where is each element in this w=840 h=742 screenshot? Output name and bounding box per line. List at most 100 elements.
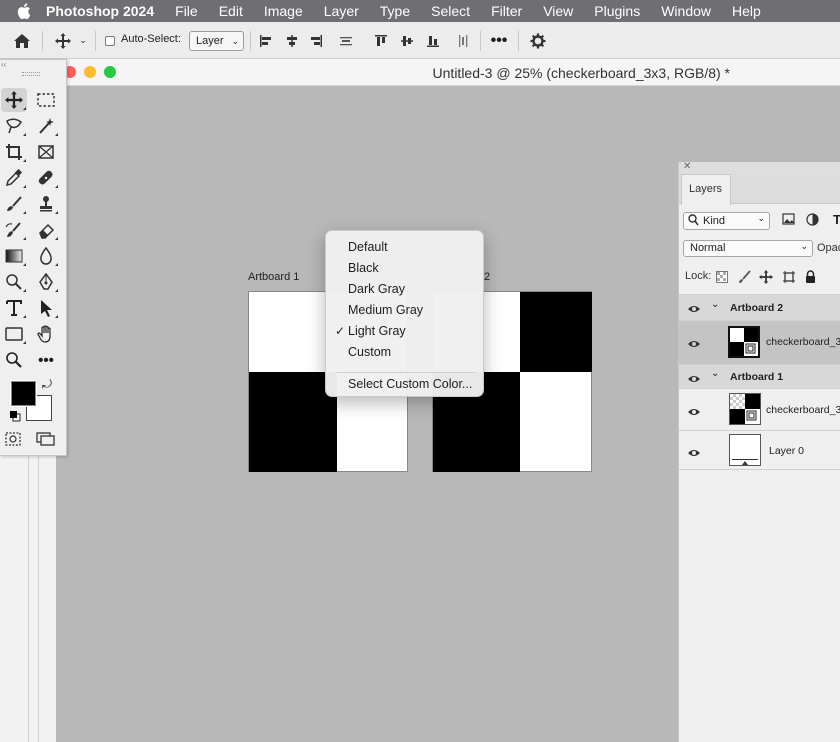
layer-thumbnail xyxy=(729,393,761,425)
minimize-window-button[interactable] xyxy=(84,66,96,78)
eye-icon[interactable] xyxy=(687,372,703,384)
menu-edit[interactable]: Edit xyxy=(219,3,243,19)
rectangle-tool[interactable] xyxy=(1,322,27,346)
history-brush-tool[interactable] xyxy=(1,218,27,242)
layer-group-artboard-1[interactable]: ⌄ Artboard 1 xyxy=(679,364,840,388)
apple-icon[interactable] xyxy=(14,3,34,19)
move-tool-preset-icon[interactable] xyxy=(52,22,74,59)
menu-layer[interactable]: Layer xyxy=(324,3,359,19)
rectangular-marquee-tool[interactable] xyxy=(33,88,59,112)
filter-kind-dropdown[interactable]: Kind ⌄ xyxy=(683,212,770,230)
menu-app-name[interactable]: Photoshop 2024 xyxy=(46,3,154,19)
home-icon[interactable] xyxy=(10,22,34,59)
eye-icon[interactable] xyxy=(687,446,703,458)
type-tool[interactable] xyxy=(1,296,27,320)
move-tool[interactable] xyxy=(1,88,27,112)
menu-window[interactable]: Window xyxy=(661,3,711,19)
layer-thumbnail xyxy=(729,434,761,466)
swap-colors-icon[interactable]: ⤾ xyxy=(42,377,56,391)
healing-brush-tool[interactable] xyxy=(33,166,59,190)
menu-item-light-gray[interactable]: Light Gray xyxy=(348,324,406,338)
align-left-icon[interactable] xyxy=(257,22,275,59)
brush-tool[interactable] xyxy=(1,192,27,216)
lock-transparent-pixels-icon[interactable] xyxy=(716,271,728,286)
divider xyxy=(518,31,519,51)
filter-type-icon[interactable]: T xyxy=(833,212,840,227)
distribute-horizontal-icon[interactable] xyxy=(337,22,355,59)
menu-select[interactable]: Select xyxy=(431,3,470,19)
menu-item-select-custom-color[interactable]: Select Custom Color... xyxy=(348,377,472,391)
menu-file[interactable]: File xyxy=(175,3,198,19)
blend-mode-dropdown[interactable]: Normal ⌄ xyxy=(683,240,813,257)
chevron-down-icon[interactable]: ⌄ xyxy=(711,299,719,310)
artboard-1-label[interactable]: Artboard 1 xyxy=(248,271,299,283)
zoom-window-button[interactable] xyxy=(104,66,116,78)
document-title: Untitled-3 @ 25% (checkerboard_3x3, RGB/… xyxy=(432,65,730,81)
lasso-tool[interactable] xyxy=(1,114,27,138)
dodge-tool[interactable] xyxy=(1,270,27,294)
panel-grip[interactable] xyxy=(22,72,40,76)
screen-mode-icon[interactable] xyxy=(36,432,56,446)
menu-view[interactable]: View xyxy=(543,3,573,19)
chevron-down-icon: ⌄ xyxy=(800,241,808,251)
default-colors-icon[interactable] xyxy=(9,410,21,422)
quick-mask-icon[interactable] xyxy=(5,432,21,446)
filter-adjustment-icon[interactable] xyxy=(806,213,819,229)
align-horizontal-center-icon[interactable] xyxy=(283,22,301,59)
menu-item-black[interactable]: Black xyxy=(348,261,379,275)
layer-group-artboard-2[interactable]: ⌄ Artboard 2 xyxy=(679,294,840,320)
foreground-color-swatch[interactable] xyxy=(10,380,37,407)
chevron-down-icon[interactable]: ⌄ xyxy=(77,22,89,59)
lock-position-icon[interactable] xyxy=(759,270,773,287)
gear-icon[interactable] xyxy=(528,22,548,59)
auto-select-target-dropdown[interactable]: Layer ⌄ xyxy=(189,31,244,51)
more-options-icon[interactable]: ••• xyxy=(488,22,510,59)
lock-all-icon[interactable] xyxy=(805,270,816,286)
clone-stamp-tool[interactable] xyxy=(33,192,59,216)
chevron-down-icon: ⌄ xyxy=(757,213,765,223)
close-icon[interactable]: ✕ xyxy=(683,161,691,172)
eraser-tool[interactable] xyxy=(33,218,59,242)
pen-tool[interactable] xyxy=(33,270,59,294)
menu-image[interactable]: Image xyxy=(264,3,303,19)
eye-icon[interactable] xyxy=(687,337,703,349)
menu-filter[interactable]: Filter xyxy=(491,3,522,19)
align-top-icon[interactable] xyxy=(372,22,390,59)
menu-item-medium-gray[interactable]: Medium Gray xyxy=(348,303,423,317)
crop-tool[interactable] xyxy=(1,140,27,164)
frame-tool[interactable] xyxy=(33,140,59,164)
align-bottom-icon[interactable] xyxy=(424,22,442,59)
lock-artboard-icon[interactable] xyxy=(782,270,796,287)
magic-wand-tool[interactable] xyxy=(33,114,59,138)
zoom-tool[interactable] xyxy=(1,348,27,372)
hand-tool[interactable] xyxy=(33,322,59,346)
canvas-color-context-menu: Default Black Dark Gray Medium Gray ✓ Li… xyxy=(325,230,484,397)
panel-tab-bar: Layers xyxy=(679,174,840,205)
blur-tool[interactable] xyxy=(33,244,59,268)
filter-pixel-icon[interactable] xyxy=(782,213,795,228)
layer-row-checkerboard-artboard-1[interactable]: checkerboard_3 xyxy=(679,388,840,430)
layer-row-layer-0[interactable]: Layer 0 xyxy=(679,430,840,470)
artboard-2-label[interactable]: 2 xyxy=(484,271,490,283)
more-tools-icon[interactable]: ••• xyxy=(33,348,59,372)
distribute-vertical-icon[interactable] xyxy=(454,22,472,59)
eye-icon[interactable] xyxy=(687,302,703,314)
menu-plugins[interactable]: Plugins xyxy=(594,3,640,19)
menu-type[interactable]: Type xyxy=(380,3,410,19)
auto-select-checkbox[interactable] xyxy=(105,36,115,46)
tab-layers[interactable]: Layers xyxy=(681,174,731,205)
gradient-tool[interactable] xyxy=(1,244,27,268)
align-vertical-center-icon[interactable] xyxy=(398,22,416,59)
lock-image-pixels-icon[interactable] xyxy=(738,270,751,287)
menu-item-custom[interactable]: Custom xyxy=(348,345,391,359)
menu-item-default[interactable]: Default xyxy=(348,240,388,254)
menu-help[interactable]: Help xyxy=(732,3,761,19)
eye-icon[interactable] xyxy=(687,405,703,417)
eyedropper-tool[interactable] xyxy=(1,166,27,190)
menu-item-dark-gray[interactable]: Dark Gray xyxy=(348,282,405,296)
collapse-panel-icon[interactable]: ‹‹ xyxy=(0,60,66,70)
align-right-icon[interactable] xyxy=(307,22,325,59)
path-selection-tool[interactable] xyxy=(33,296,59,320)
layer-row-checkerboard-artboard-2[interactable]: checkerboard_3 xyxy=(679,320,840,364)
chevron-down-icon[interactable]: ⌄ xyxy=(711,368,719,379)
